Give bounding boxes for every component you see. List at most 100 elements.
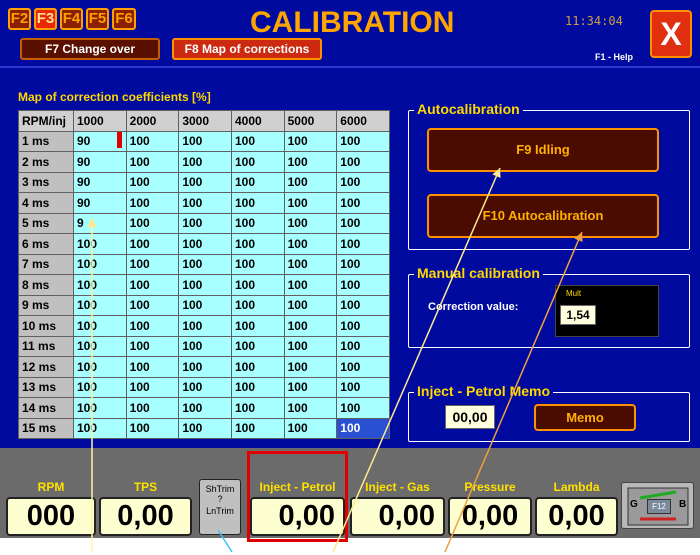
correction-cell[interactable]: 100 — [230, 376, 285, 398]
correction-cell[interactable]: 100 — [230, 417, 285, 439]
correction-cell[interactable]: 100 — [336, 130, 390, 152]
correction-cell[interactable]: 100 — [178, 151, 232, 173]
correction-cell[interactable]: 100 — [125, 274, 180, 296]
correction-cell[interactable]: 100 — [283, 356, 338, 378]
correction-cell[interactable]: 100 — [336, 171, 390, 193]
correction-cell[interactable]: 100 — [283, 397, 338, 419]
correction-cell[interactable]: 90 — [73, 192, 127, 214]
correction-cell[interactable]: 100 — [178, 171, 232, 193]
correction-cell[interactable]: 9 — [73, 212, 127, 234]
correction-cell[interactable]: 100 — [73, 356, 127, 378]
correction-cell[interactable]: 100 — [125, 294, 180, 316]
correction-cell[interactable]: 100 — [178, 335, 232, 357]
correction-cell[interactable]: 100 — [336, 335, 390, 357]
correction-cell[interactable]: 100 — [73, 335, 127, 357]
correction-cell[interactable]: 100 — [125, 233, 180, 255]
correction-cell[interactable]: 100 — [125, 171, 180, 193]
memo-button[interactable]: Memo — [534, 404, 636, 431]
correction-cell[interactable]: 100 — [230, 212, 285, 234]
correction-cell[interactable]: 100 — [230, 233, 285, 255]
correction-cell[interactable]: 100 — [283, 315, 338, 337]
correction-cell[interactable]: 100 — [230, 151, 285, 173]
correction-cell[interactable]: 100 — [73, 253, 127, 275]
correction-cell[interactable]: 100 — [178, 417, 232, 439]
correction-cell[interactable]: 100 — [178, 233, 232, 255]
correction-cell[interactable]: 100 — [125, 417, 180, 439]
correction-cell[interactable]: 100 — [178, 212, 232, 234]
correction-cell[interactable]: 100 — [283, 294, 338, 316]
correction-cell[interactable]: 100 — [125, 356, 180, 378]
correction-cell[interactable]: 100 — [283, 233, 338, 255]
idling-button[interactable]: F9 Idling — [427, 128, 659, 172]
f2-key[interactable]: F2 — [8, 8, 31, 30]
correction-cell[interactable]: 100 — [283, 417, 338, 439]
correction-cell[interactable]: 100 — [230, 335, 285, 357]
correction-cell[interactable]: 100 — [178, 376, 232, 398]
correction-cell[interactable]: 100 — [230, 253, 285, 275]
correction-cell[interactable]: 100 — [178, 274, 232, 296]
correction-cell[interactable]: 90 — [73, 171, 127, 193]
correction-cell[interactable]: 100 — [336, 274, 390, 296]
correction-cell[interactable]: 100 — [283, 212, 338, 234]
close-button[interactable]: X — [650, 10, 692, 58]
correction-cell[interactable]: 100 — [283, 376, 338, 398]
correction-cell[interactable]: 100 — [230, 130, 285, 152]
change-over-button[interactable]: F7 Change over — [20, 38, 160, 60]
correction-cell[interactable]: 100 — [336, 212, 390, 234]
correction-cell[interactable]: 100 — [336, 315, 390, 337]
correction-cell[interactable]: 100 — [283, 171, 338, 193]
correction-cell[interactable]: 100 — [336, 417, 390, 439]
correction-cell[interactable]: 100 — [73, 233, 127, 255]
f6-key[interactable]: F6 — [112, 8, 136, 30]
correction-cell[interactable]: 100 — [283, 253, 338, 275]
correction-cell[interactable]: 100 — [336, 192, 390, 214]
correction-cell[interactable]: 100 — [230, 356, 285, 378]
correction-cell[interactable]: 100 — [230, 274, 285, 296]
correction-cell[interactable]: 90 — [73, 151, 127, 173]
correction-cell[interactable]: 100 — [336, 356, 390, 378]
correction-cell[interactable]: 100 — [178, 253, 232, 275]
correction-cell[interactable]: 100 — [73, 397, 127, 419]
correction-cell[interactable]: 100 — [125, 315, 180, 337]
correction-cell[interactable]: 100 — [125, 376, 180, 398]
correction-cell[interactable]: 100 — [125, 397, 180, 419]
correction-cell[interactable]: 100 — [73, 294, 127, 316]
correction-cell[interactable]: 100 — [283, 335, 338, 357]
correction-cell[interactable]: 100 — [230, 397, 285, 419]
correction-cell[interactable]: 100 — [230, 315, 285, 337]
f3-key[interactable]: F3 — [34, 8, 57, 30]
correction-cell[interactable]: 100 — [178, 356, 232, 378]
map-corrections-button[interactable]: F8 Map of corrections — [172, 38, 322, 60]
correction-cell[interactable]: 100 — [125, 253, 180, 275]
f4-key[interactable]: F4 — [60, 8, 83, 30]
correction-cell[interactable]: 100 — [178, 130, 232, 152]
correction-cell[interactable]: 100 — [283, 130, 338, 152]
correction-cell[interactable]: 100 — [125, 335, 180, 357]
correction-cell[interactable]: 100 — [336, 397, 390, 419]
correction-cell[interactable]: 100 — [125, 192, 180, 214]
correction-cell[interactable]: 100 — [73, 417, 127, 439]
correction-cell[interactable]: 100 — [73, 274, 127, 296]
correction-cell[interactable]: 100 — [336, 294, 390, 316]
correction-cell[interactable]: 100 — [283, 192, 338, 214]
autocalibration-button[interactable]: F10 Autocalibration — [427, 194, 659, 238]
correction-cell[interactable]: 100 — [178, 294, 232, 316]
correction-cell[interactable]: 100 — [125, 130, 180, 152]
correction-cell[interactable]: 100 — [336, 151, 390, 173]
correction-cell[interactable]: 100 — [73, 376, 127, 398]
correction-cell[interactable]: 100 — [283, 151, 338, 173]
correction-cell[interactable]: 100 — [125, 212, 180, 234]
correction-cell[interactable]: 100 — [178, 315, 232, 337]
correction-cell[interactable]: 100 — [230, 192, 285, 214]
correction-cell[interactable]: 100 — [230, 171, 285, 193]
correction-cell[interactable]: 100 — [178, 397, 232, 419]
correction-value-field[interactable]: 1,54 — [560, 305, 596, 325]
correction-cell[interactable]: 100 — [125, 151, 180, 173]
correction-cell[interactable]: 100 — [336, 376, 390, 398]
correction-cell[interactable]: 100 — [230, 294, 285, 316]
correction-cell[interactable]: 100 — [178, 192, 232, 214]
fuel-switch[interactable]: G F12 B — [621, 482, 694, 529]
f12-key[interactable]: F12 — [647, 499, 671, 514]
f5-key[interactable]: F5 — [86, 8, 109, 30]
correction-cell[interactable]: 100 — [336, 253, 390, 275]
